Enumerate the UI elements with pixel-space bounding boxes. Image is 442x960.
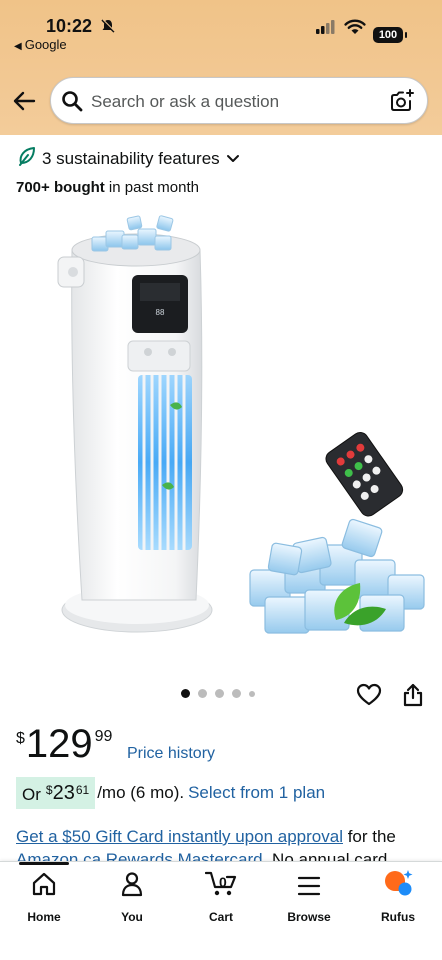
back-to-app-link[interactable]: ◀ Google [14,37,67,52]
active-tab-indicator [19,862,69,865]
rufus-icon [383,869,413,902]
product-price: $ 129 99 [16,722,112,766]
bell-muted-icon [100,18,116,39]
carousel-dot[interactable] [215,689,224,698]
share-icon[interactable] [402,682,424,713]
nav-home-label: Home [27,910,61,924]
bought-count: 700+ bought in past month [16,179,199,196]
carousel-dots[interactable] [181,689,263,698]
header: 10:22 ◀ Google 100 Search or ask a quest… [0,0,442,135]
installment-currency: $ [45,783,53,797]
bought-count-rest: in past month [104,179,199,196]
carousel-dot[interactable] [249,690,255,697]
nav-rufus[interactable]: Rufus [358,869,438,924]
leaf-icon [18,146,36,171]
nav-home[interactable]: Home [4,872,84,924]
installment-fraction: 61 [75,783,90,797]
wifi-icon [344,18,366,40]
price-currency: $ [16,730,25,747]
camera-lens-icon[interactable] [389,88,415,119]
gift-card-promo: Get a $50 Gift Card instantly upon appro… [16,827,436,847]
carousel-dot[interactable] [232,689,241,698]
installment-prefix: Or [22,785,41,804]
search-placeholder: Search or ask a question [91,92,280,111]
nav-cart-label: Cart [208,910,233,924]
installment-offer: Or $ 23 61 /mo (6 mo). Select from 1 pla… [16,777,325,809]
gift-card-promo-line2: Amazon.ca Rewards Mastercard. No annual … [16,849,387,861]
carousel-dot-active[interactable] [181,689,190,698]
carousel-dot[interactable] [198,689,207,698]
nav-you-label: You [121,910,143,924]
nav-browse-label: Browse [287,910,331,924]
search-input[interactable]: Search or ask a question [50,77,428,124]
installment-chip: Or $ 23 61 [16,777,96,809]
select-plan-link[interactable]: Select from 1 plan [188,783,325,803]
chevron-down-icon [226,149,240,169]
price-whole: 129 [25,722,93,766]
rewards-mastercard-link[interactable]: Amazon.ca Rewards Mastercard [16,850,263,861]
back-triangle-icon: ◀ [14,41,22,52]
nav-rufus-label: Rufus [381,910,415,924]
back-app-label: Google [24,37,67,52]
sustainability-label: 3 sustainability features [42,148,220,168]
svg-text:88: 88 [156,308,165,317]
price-fraction: 99 [94,728,113,745]
search-icon [61,90,83,117]
cellular-signal-icon [316,20,336,39]
status-time: 10:22 [46,16,93,36]
sustainability-features-toggle[interactable]: 3 sustainability features [18,146,240,171]
bought-count-bold: 700+ bought [16,179,105,196]
gift-card-rest-line2: . No annual card [262,850,388,861]
home-icon [31,871,57,902]
price-history-link[interactable]: Price history [127,745,215,763]
menu-icon [297,875,321,902]
gift-card-link[interactable]: Get a $50 Gift Card instantly upon appro… [16,827,343,846]
nav-cart[interactable]: 0 Cart [181,871,261,924]
heart-icon[interactable] [356,683,382,712]
nav-browse[interactable]: Browse [269,872,349,924]
installment-whole: 23 [52,782,75,804]
back-arrow-icon[interactable] [12,90,36,117]
product-image[interactable]: 88 [0,205,442,675]
nav-you[interactable]: You [92,872,172,924]
person-icon [120,871,144,902]
gift-card-rest: for the [342,827,396,846]
cart-count: 0 [219,874,227,890]
installment-term: /mo (6 mo). [97,783,185,802]
battery-indicator: 100 [373,27,407,43]
bottom-nav: Home You 0 Cart Browse Rufus [0,861,442,960]
